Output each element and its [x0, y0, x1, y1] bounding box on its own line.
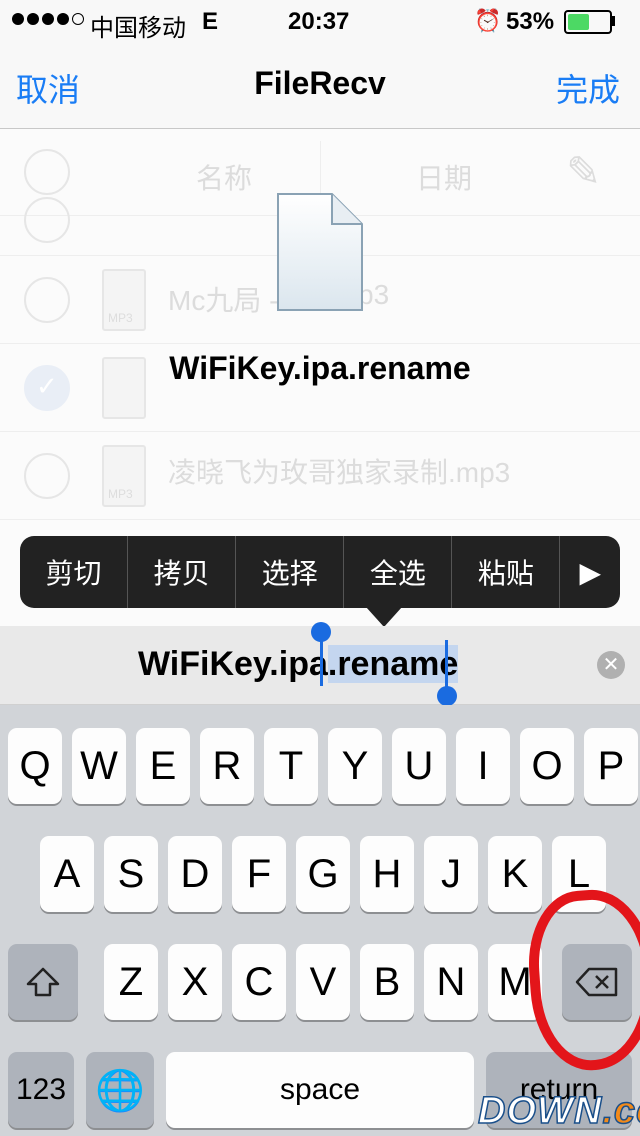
- selection-end-handle[interactable]: [437, 686, 457, 706]
- key-c[interactable]: C: [232, 944, 286, 1020]
- key-f[interactable]: F: [232, 836, 286, 912]
- key-v[interactable]: V: [296, 944, 350, 1020]
- key-q[interactable]: Q: [8, 728, 62, 804]
- mp3-file-icon: MP3: [102, 445, 146, 507]
- key-h[interactable]: H: [360, 836, 414, 912]
- select-all-checkbox[interactable]: [24, 149, 70, 195]
- key-e[interactable]: E: [136, 728, 190, 804]
- clock: 20:37: [288, 8, 350, 35]
- key-j[interactable]: J: [424, 836, 478, 912]
- key-n[interactable]: N: [424, 944, 478, 1020]
- input-prefix: WiFiKey.ipa: [138, 645, 328, 683]
- selection-start-line: [320, 640, 323, 686]
- network-type: E: [202, 8, 219, 35]
- key-s[interactable]: S: [104, 836, 158, 912]
- key-g[interactable]: G: [296, 836, 350, 912]
- key-d[interactable]: D: [168, 836, 222, 912]
- space-key[interactable]: space: [166, 1052, 474, 1128]
- selection-end-line: [445, 640, 448, 688]
- menu-item-cut[interactable]: 剪切: [20, 536, 129, 608]
- menu-pointer: [366, 607, 402, 627]
- file-name: Mc九局 -: [168, 285, 279, 316]
- shift-icon: [26, 967, 60, 997]
- header-name[interactable]: 名称: [196, 157, 252, 197]
- carrier-label: 中国移动: [90, 15, 186, 42]
- watermark-logo: DOWN.cc: [477, 1089, 640, 1133]
- menu-item-select[interactable]: 选择: [236, 536, 345, 608]
- battery-icon: [564, 10, 612, 34]
- key-k[interactable]: K: [488, 836, 542, 912]
- pencil-icon[interactable]: ✎: [566, 147, 601, 196]
- row-checkbox[interactable]: [24, 197, 70, 243]
- menu-more-arrow-icon[interactable]: ▶: [560, 536, 620, 608]
- key-i[interactable]: I: [456, 728, 510, 804]
- rename-input-text[interactable]: WiFiKey.ipa.rename: [138, 645, 459, 684]
- key-t[interactable]: T: [264, 728, 318, 804]
- row-checkbox[interactable]: [24, 277, 70, 323]
- status-bar: 中国移动 E 20:37 ⏰ 53%: [0, 0, 640, 42]
- key-u[interactable]: U: [392, 728, 446, 804]
- page-title: FileRecv: [254, 65, 386, 101]
- battery-tip: [611, 16, 615, 26]
- document-icon: [277, 193, 363, 311]
- shift-key[interactable]: [8, 944, 78, 1020]
- edit-context-menu: 剪切 拷贝 选择 全选 粘贴 ▶: [20, 536, 620, 608]
- signal-strength-icon: [12, 13, 84, 25]
- alarm-icon: ⏰: [474, 8, 502, 33]
- header-date[interactable]: 日期: [416, 157, 472, 197]
- key-r[interactable]: R: [200, 728, 254, 804]
- table-row[interactable]: MP3 凌晓飞为玫哥独家录制.mp3: [0, 431, 640, 520]
- numbers-key[interactable]: 123: [8, 1052, 74, 1128]
- key-x[interactable]: X: [168, 944, 222, 1020]
- key-p[interactable]: P: [584, 728, 638, 804]
- battery-percent: 53%: [506, 8, 555, 35]
- key-w[interactable]: W: [72, 728, 126, 804]
- key-y[interactable]: Y: [328, 728, 382, 804]
- navigation-bar: 取消 FileRecv 完成: [0, 40, 640, 129]
- mp3-file-icon: MP3: [102, 269, 146, 331]
- key-o[interactable]: O: [520, 728, 574, 804]
- key-a[interactable]: A: [40, 836, 94, 912]
- key-b[interactable]: B: [360, 944, 414, 1020]
- menu-item-copy[interactable]: 拷贝: [128, 536, 237, 608]
- selection-start-handle[interactable]: [311, 622, 331, 642]
- file-name: 凌晓飞为玫哥独家录制.mp3: [168, 457, 511, 488]
- globe-icon[interactable]: 🌐: [86, 1052, 154, 1128]
- menu-item-select-all[interactable]: 全选: [344, 536, 453, 608]
- rename-filename: WiFiKey.ipa.rename: [169, 350, 471, 386]
- clear-text-icon[interactable]: ✕: [597, 651, 625, 679]
- menu-item-paste[interactable]: 粘贴: [452, 536, 561, 608]
- key-z[interactable]: Z: [104, 944, 158, 1020]
- input-selected-text: .rename: [327, 645, 459, 683]
- row-checkbox[interactable]: [24, 453, 70, 499]
- done-button[interactable]: 完成: [556, 65, 620, 111]
